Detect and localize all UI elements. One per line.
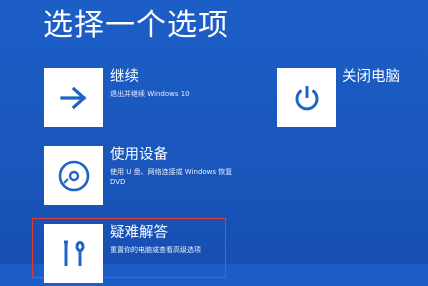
power-icon: [295, 85, 318, 110]
page-title: 选择一个选项: [43, 8, 229, 43]
tools-icon: [63, 240, 84, 266]
use-device-option[interactable]: 使用设备 使用 U 盘、网络连接或 Windows 恢复 DVD: [44, 146, 254, 208]
arrow-right-icon: [59, 86, 86, 109]
continue-description: 退出并继续 Windows 10: [110, 90, 190, 98]
continue-title: 继续: [110, 69, 139, 85]
use-device-title: 使用设备: [110, 147, 168, 163]
troubleshoot-description: 重置你的电脑或查看高级选项: [110, 246, 201, 254]
use-device-description: 使用 U 盘、网络连接或 Windows 恢复 DVD: [110, 168, 233, 186]
troubleshoot-tile[interactable]: [44, 224, 103, 283]
troubleshoot-option[interactable]: 疑难解答 重置你的电脑或查看高级选项: [44, 224, 224, 286]
power-off-tile[interactable]: [277, 68, 336, 127]
use-device-tile[interactable]: [44, 146, 103, 205]
disc-icon: [58, 160, 89, 191]
continue-option[interactable]: 继续 退出并继续 Windows 10: [44, 68, 254, 130]
power-off-title: 关闭电脑: [342, 69, 400, 85]
troubleshoot-title: 疑难解答: [110, 225, 168, 241]
power-off-option[interactable]: 关闭电脑: [277, 68, 417, 130]
continue-tile[interactable]: [44, 68, 103, 127]
